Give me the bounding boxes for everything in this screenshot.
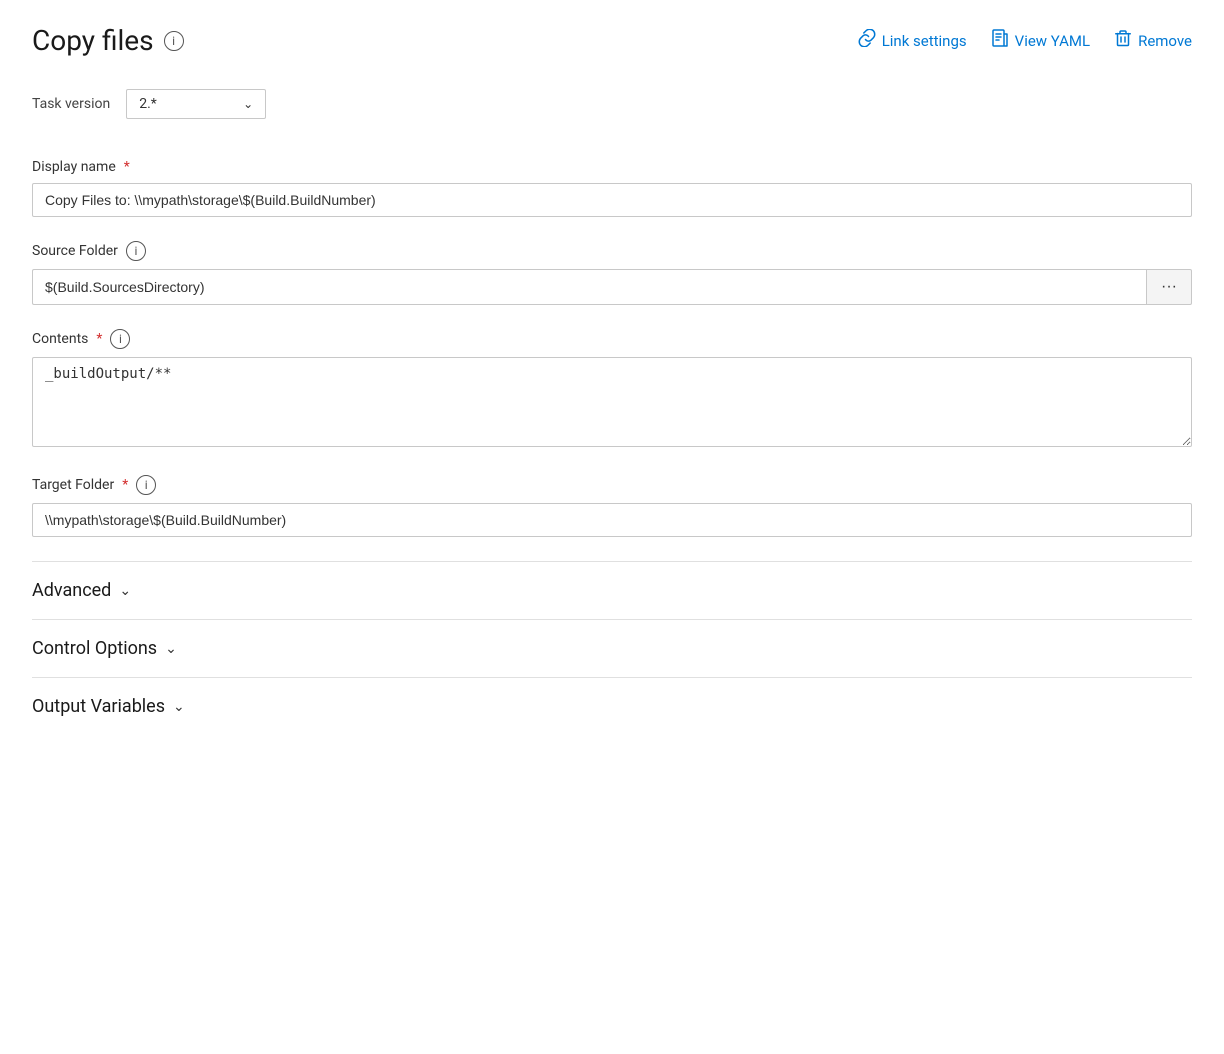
header-actions: Link settings View YAML Rem — [858, 29, 1192, 52]
source-folder-input-row: ··· — [32, 269, 1192, 305]
task-version-row: Task version 2.* ⌄ — [32, 89, 1192, 119]
target-folder-info-icon[interactable]: i — [136, 475, 156, 495]
source-folder-section: Source Folder i ··· — [32, 241, 1192, 305]
control-options-header[interactable]: Control Options ⌄ — [32, 638, 1192, 677]
source-folder-browse-button[interactable]: ··· — [1146, 269, 1192, 305]
source-folder-input[interactable] — [32, 269, 1146, 305]
display-name-label: Display name — [32, 159, 116, 175]
remove-action[interactable]: Remove — [1114, 29, 1192, 52]
header-left: Copy files i — [32, 24, 184, 57]
advanced-header[interactable]: Advanced ⌄ — [32, 580, 1192, 619]
source-folder-label-row: Source Folder i — [32, 241, 1192, 261]
contents-input[interactable]: _buildOutput/** — [32, 357, 1192, 447]
advanced-section: Advanced ⌄ — [32, 561, 1192, 619]
target-folder-input[interactable] — [32, 503, 1192, 537]
task-version-select[interactable]: 2.* ⌄ — [126, 89, 266, 119]
contents-info-icon[interactable]: i — [110, 329, 130, 349]
yaml-icon — [991, 29, 1009, 52]
view-yaml-label: View YAML — [1015, 32, 1090, 50]
remove-label: Remove — [1138, 32, 1192, 50]
advanced-chevron-icon: ⌄ — [119, 583, 131, 599]
display-name-section: Display name * — [32, 159, 1192, 217]
link-settings-label: Link settings — [882, 32, 967, 50]
title-info-icon[interactable]: i — [164, 31, 184, 51]
remove-icon — [1114, 29, 1132, 52]
target-folder-section: Target Folder * i — [32, 475, 1192, 537]
link-settings-action[interactable]: Link settings — [858, 29, 967, 52]
source-folder-label: Source Folder — [32, 243, 118, 259]
contents-required: * — [96, 331, 102, 347]
control-options-label: Control Options — [32, 638, 157, 659]
target-folder-label: Target Folder — [32, 477, 114, 493]
page-title: Copy files — [32, 24, 154, 57]
target-folder-required: * — [122, 477, 128, 493]
source-folder-info-icon[interactable]: i — [126, 241, 146, 261]
contents-label-row: Contents * i — [32, 329, 1192, 349]
control-options-chevron-icon: ⌄ — [165, 641, 177, 657]
advanced-label: Advanced — [32, 580, 111, 601]
output-variables-chevron-icon: ⌄ — [173, 699, 185, 715]
ellipsis-icon: ··· — [1161, 278, 1177, 296]
control-options-section: Control Options ⌄ — [32, 619, 1192, 677]
output-variables-label: Output Variables — [32, 696, 165, 717]
link-icon — [858, 29, 876, 52]
output-variables-header[interactable]: Output Variables ⌄ — [32, 696, 1192, 735]
display-name-required: * — [124, 159, 130, 175]
display-name-input[interactable] — [32, 183, 1192, 217]
task-version-label: Task version — [32, 96, 110, 112]
task-version-value: 2.* — [139, 96, 157, 112]
contents-section: Contents * i _buildOutput/** — [32, 329, 1192, 451]
output-variables-section: Output Variables ⌄ — [32, 677, 1192, 735]
view-yaml-action[interactable]: View YAML — [991, 29, 1090, 52]
target-folder-label-row: Target Folder * i — [32, 475, 1192, 495]
version-chevron-icon: ⌄ — [243, 97, 253, 111]
page-header: Copy files i Link settings View — [32, 24, 1192, 57]
contents-label: Contents — [32, 331, 88, 347]
display-name-label-row: Display name * — [32, 159, 1192, 175]
